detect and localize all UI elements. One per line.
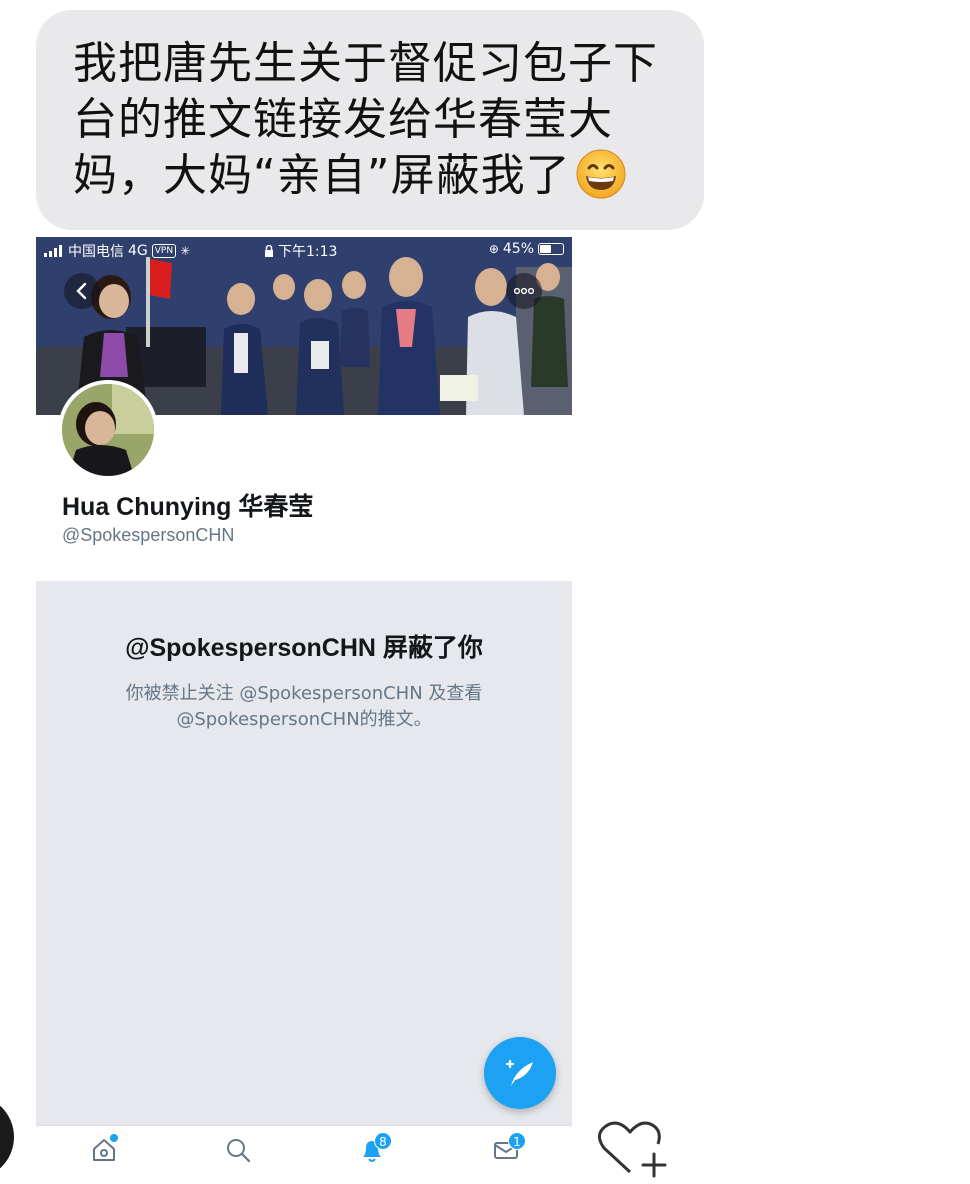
message-line-2: 台的推文链接发给华春莹大 <box>73 94 613 145</box>
profile-handle: @SpokespersonCHN <box>62 525 235 545</box>
vpn-badge: VPN <box>151 244 177 258</box>
blocked-title: @SpokespersonCHN 屏蔽了你 <box>125 634 483 662</box>
messages-badge: 1 <box>508 1132 526 1150</box>
blocked-description: 你被禁止关注 @SpokespersonCHN 及查看 @Spokesperso… <box>96 681 512 733</box>
heart-add-icon <box>598 1121 667 1178</box>
battery-icon <box>538 243 564 255</box>
blocked-desc-line-1: 你被禁止关注 @SpokespersonCHN 及查看 <box>125 683 483 704</box>
compose-tweet-button[interactable] <box>484 1037 556 1109</box>
network-label: 4G <box>128 243 148 259</box>
status-time: 下午1:13 <box>278 244 338 260</box>
message-line-3: 妈，大妈“亲自”屏蔽我了 <box>73 150 571 201</box>
signal-icon <box>44 245 62 257</box>
more-options-button[interactable] <box>506 273 542 309</box>
blocked-desc-line-2: @SpokespersonCHN的推文。 <box>176 709 432 730</box>
back-button[interactable] <box>64 273 100 309</box>
battery-percent: 45% <box>502 241 534 257</box>
rotation-lock-icon: ⊕ <box>488 242 499 256</box>
phone-status-bar: 中国电信 4G VPN ✳ 下午1:13 ⊕ 45% <box>36 237 572 263</box>
carrier-label: 中国电信 <box>68 244 124 260</box>
twitter-profile-screenshot: 中国电信 4G VPN ✳ 下午1:13 ⊕ 45% Hua Chunying … <box>36 237 572 1177</box>
loading-icon: ✳ <box>180 244 191 258</box>
tab-messages[interactable]: 1 <box>486 1132 526 1172</box>
more-dots-icon <box>513 287 535 295</box>
tab-home[interactable] <box>84 1134 124 1172</box>
search-icon <box>227 1139 251 1163</box>
compose-feather-icon <box>505 1059 533 1086</box>
chevron-left-icon <box>76 282 87 300</box>
profile-avatar[interactable] <box>58 380 158 480</box>
grinning-emoji-icon <box>575 148 627 214</box>
lock-icon <box>265 244 273 257</box>
profile-name: Hua Chunying 华春莹 <box>62 493 314 521</box>
message-bubble: 我把唐先生关于督促习包子下 台的推文链接发给华春莹大 妈，大妈“亲自”屏蔽我了 <box>36 10 704 230</box>
notifications-badge: 8 <box>374 1132 392 1150</box>
tapback-heart-button[interactable] <box>596 1120 668 1184</box>
tab-search[interactable] <box>218 1136 258 1172</box>
message-text: 我把唐先生关于督促习包子下 台的推文链接发给华春莹大 妈，大妈“亲自”屏蔽我了 <box>73 36 670 214</box>
avatar-photo <box>62 384 154 476</box>
message-line-1: 我把唐先生关于督促习包子下 <box>73 38 658 89</box>
avatar-edge <box>0 1095 14 1179</box>
bottom-tab-bar: 8 1 <box>36 1125 572 1177</box>
home-unread-dot <box>110 1134 118 1142</box>
tab-notifications[interactable]: 8 <box>352 1132 392 1172</box>
